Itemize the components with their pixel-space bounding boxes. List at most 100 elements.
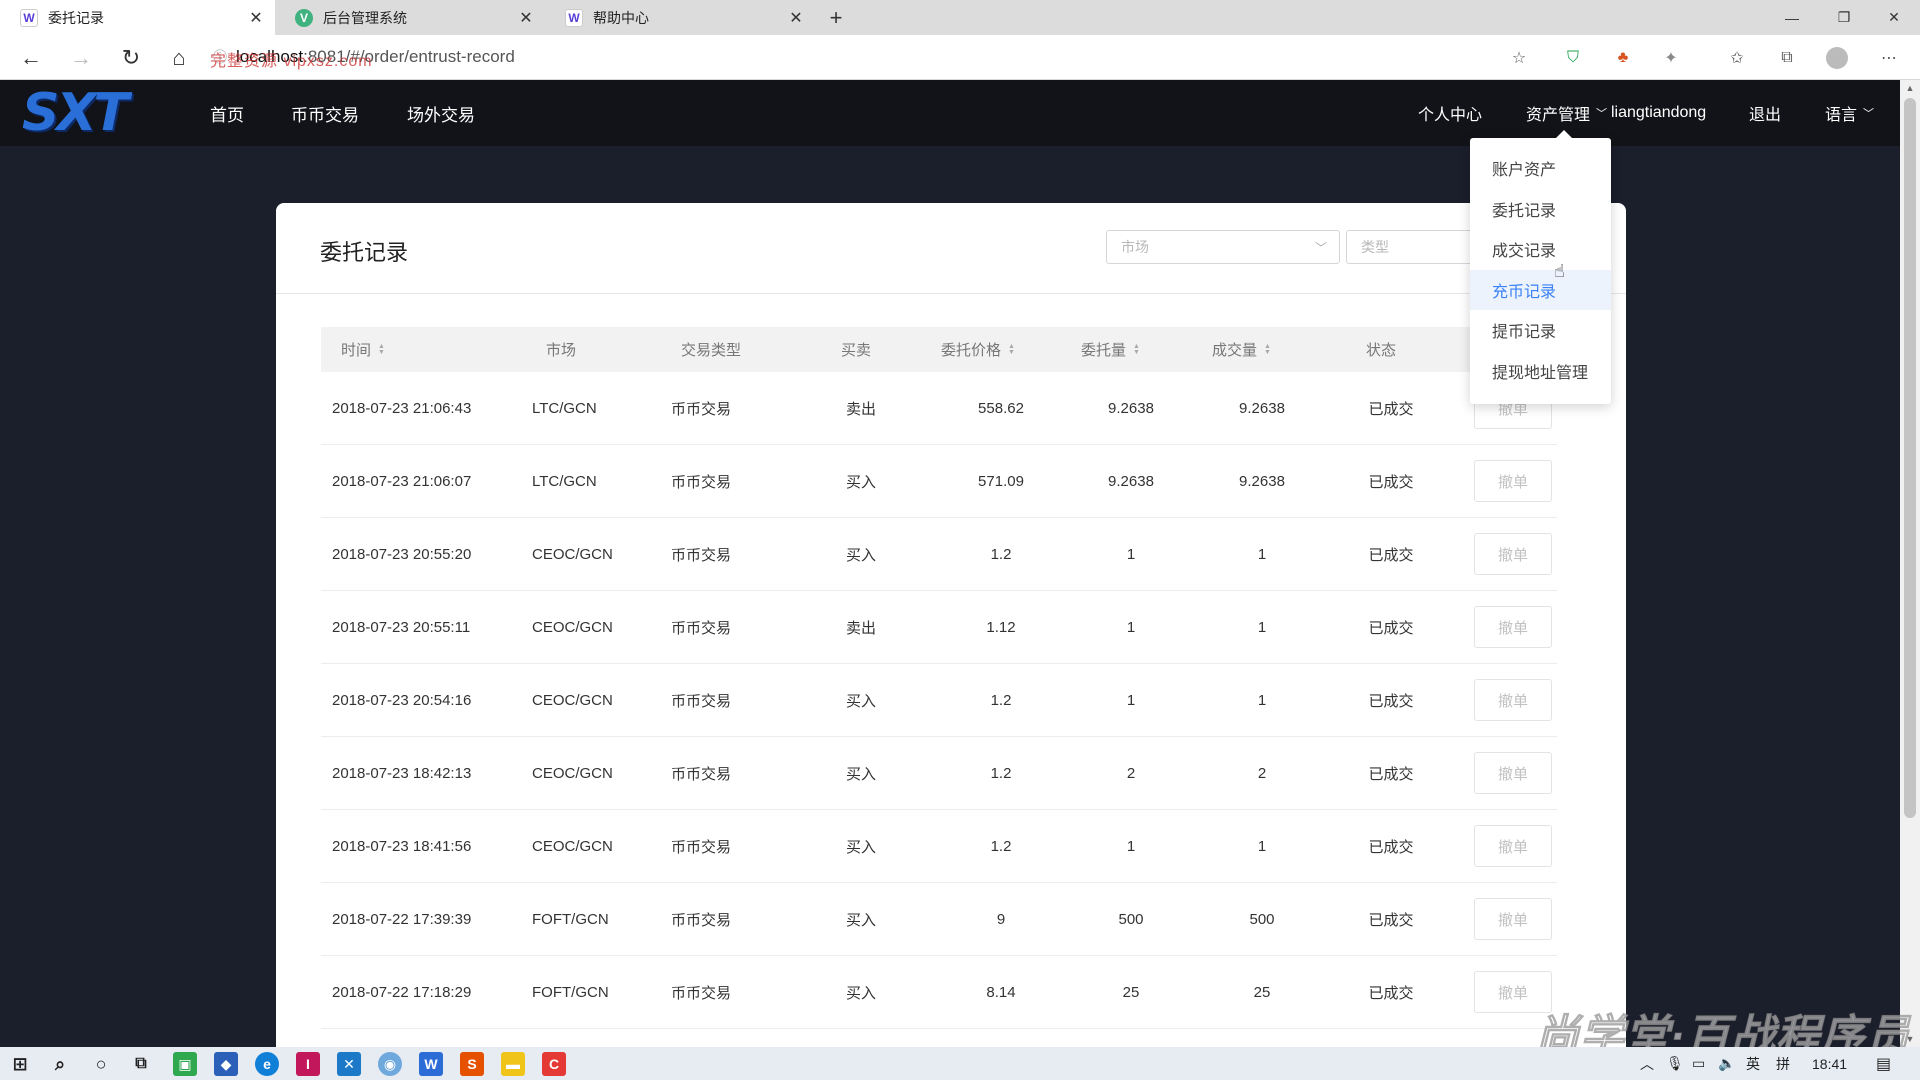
browser-tab-admin-system[interactable]: V 后台管理系统 ✕ xyxy=(275,0,545,35)
column-header-market: 市场 xyxy=(546,342,577,359)
browser-tab-help-center[interactable]: W 帮助中心 ✕ xyxy=(545,0,815,35)
task-view-icon[interactable]: ⧉ xyxy=(129,1052,153,1076)
menu-item-withdraw-record[interactable]: 提币记录 xyxy=(1470,310,1611,351)
extension-icon[interactable]: ♣ xyxy=(1610,45,1636,71)
nav-username[interactable]: liangtiandong xyxy=(1611,80,1706,146)
menu-item-withdraw-address[interactable]: 提现地址管理 xyxy=(1470,351,1611,392)
market-select-placeholder: 市场 xyxy=(1121,239,1149,255)
extension-icon[interactable]: ✦ xyxy=(1658,45,1684,71)
cancel-order-button[interactable]: 撤单 xyxy=(1474,606,1552,648)
cortana-icon[interactable]: ○ xyxy=(89,1052,113,1076)
app-icon[interactable]: ▣ xyxy=(173,1052,197,1076)
cell-price: 8.14 xyxy=(986,983,1016,1001)
app-icon[interactable]: C xyxy=(542,1052,566,1076)
taskbar-clock[interactable]: 18:41 xyxy=(1812,1047,1847,1080)
new-tab-icon[interactable]: + xyxy=(822,4,850,32)
nav-otc-trading[interactable]: 场外交易 xyxy=(407,80,475,146)
cell-market: CEOC/GCN xyxy=(532,837,613,855)
file-explorer-icon[interactable]: ▬ xyxy=(501,1052,525,1076)
ime-mode[interactable]: 拼 xyxy=(1776,1047,1790,1080)
nav-logout[interactable]: 退出 xyxy=(1749,80,1781,146)
column-header-amount[interactable]: 委托量 ▲ ▼ xyxy=(1081,327,1140,372)
restore-icon[interactable]: ❐ xyxy=(1818,0,1870,35)
menu-item-trade-record[interactable]: 成交记录 xyxy=(1470,229,1611,270)
network-icon[interactable]: ▭ xyxy=(1692,1047,1705,1080)
scroll-thumb[interactable] xyxy=(1904,98,1916,818)
page-scrollbar[interactable]: ▲ ▼ xyxy=(1900,80,1920,1047)
notification-icon[interactable]: ▤ xyxy=(1876,1047,1891,1080)
sort-icon[interactable]: ▲ ▼ xyxy=(1008,343,1015,356)
cell-price: 558.62 xyxy=(978,399,1024,417)
column-header-label: 委托价格 xyxy=(941,342,1002,359)
home-icon[interactable]: ⌂ xyxy=(164,43,194,73)
cell-status: 已成交 xyxy=(1368,911,1414,929)
tab-close-icon[interactable]: ✕ xyxy=(787,9,805,27)
cell-trade-type: 币币交易 xyxy=(671,984,732,1002)
volume-icon[interactable]: 🔈 xyxy=(1718,1047,1735,1080)
cancel-order-button[interactable]: 撤单 xyxy=(1474,752,1552,794)
ime-language[interactable]: 英 xyxy=(1746,1047,1760,1080)
cell-time: 2018-07-23 18:41:56 xyxy=(332,837,472,855)
favorite-star-icon[interactable]: ☆ xyxy=(1506,45,1532,71)
tab-close-icon[interactable]: ✕ xyxy=(517,9,535,27)
address-bar[interactable]: 完整资源 vipxsz.com ⓘ localhost :8081/#/orde… xyxy=(210,41,1530,73)
nav-home[interactable]: 首页 xyxy=(210,80,244,146)
profile-avatar-icon[interactable] xyxy=(1824,45,1850,71)
word-icon[interactable]: W xyxy=(419,1052,443,1076)
ide-icon[interactable]: I xyxy=(296,1052,320,1076)
browser-tab-bar: W 委托记录 ✕ V 后台管理系统 ✕ W 帮助中心 ✕ + — ❐ ✕ xyxy=(0,0,1920,35)
cancel-order-button[interactable]: 撤单 xyxy=(1474,825,1552,867)
cell-side: 买入 xyxy=(845,838,876,856)
column-header-filled[interactable]: 成交量 ▲ ▼ xyxy=(1212,327,1271,372)
site-logo[interactable]: SXT xyxy=(22,83,152,143)
minimize-icon[interactable]: — xyxy=(1766,0,1818,35)
scroll-up-icon[interactable]: ▲ xyxy=(1900,80,1920,96)
microphone-icon[interactable]: 🎙 xyxy=(1666,1047,1684,1080)
browser-tab-entrust-record[interactable]: W 委托记录 ✕ xyxy=(0,0,275,35)
sort-icon[interactable]: ▲ ▼ xyxy=(1133,343,1140,356)
shield-icon[interactable]: ⛉ xyxy=(1560,45,1586,71)
market-select[interactable]: 市场 ﹀ xyxy=(1106,230,1340,264)
column-header-price[interactable]: 委托价格 ▲ ▼ xyxy=(941,327,1015,372)
menu-item-account-assets[interactable]: 账户资产 xyxy=(1470,148,1611,189)
menu-item-entrust-record[interactable]: 委托记录 xyxy=(1470,189,1611,230)
tab-title: 帮助中心 xyxy=(593,9,649,26)
cell-amount: 500 xyxy=(1118,910,1144,928)
vscode-icon[interactable]: ✕ xyxy=(337,1052,361,1076)
page-title: 委托记录 xyxy=(320,240,409,265)
reload-icon[interactable]: ↻ xyxy=(116,43,146,73)
edge-browser-icon[interactable]: e xyxy=(255,1052,279,1076)
search-icon[interactable]: ⌕ xyxy=(48,1052,72,1076)
back-icon[interactable]: ← xyxy=(16,43,46,73)
nav-personal-center[interactable]: 个人中心 xyxy=(1418,80,1482,146)
windows-start-icon[interactable]: ⊞ xyxy=(8,1052,32,1076)
close-window-icon[interactable]: ✕ xyxy=(1868,0,1920,35)
cancel-order-button[interactable]: 撤单 xyxy=(1474,533,1552,575)
tray-chevron-icon[interactable]: ︿ xyxy=(1640,1047,1654,1080)
nav-coin-trading[interactable]: 币币交易 xyxy=(291,80,359,146)
cancel-order-button[interactable]: 撤单 xyxy=(1474,679,1552,721)
nav-language[interactable]: 语言 ﹀ xyxy=(1825,80,1874,146)
forward-icon[interactable]: → xyxy=(66,43,96,73)
sublime-icon[interactable]: S xyxy=(460,1052,484,1076)
favorites-icon[interactable]: ✩ xyxy=(1724,45,1750,71)
more-icon[interactable]: ⋯ xyxy=(1876,45,1902,71)
table-row: 2018-07-23 20:54:16 CEOC/GCN 币币交易 买入 1.2… xyxy=(321,664,1557,737)
windows-taskbar: ⊞ ⌕ ○ ⧉ ▣ ◆ e I ✕ ◉ W S ▬ C ︿ 🎙 ▭ 🔈 英 拼 … xyxy=(0,1047,1920,1080)
cancel-order-button[interactable]: 撤单 xyxy=(1474,898,1552,940)
column-header-time[interactable]: 时间 ▲ ▼ xyxy=(341,327,385,372)
cell-trade-type: 币币交易 xyxy=(671,619,732,637)
app-icon[interactable]: ◉ xyxy=(378,1052,402,1076)
cancel-order-button[interactable]: 撤单 xyxy=(1474,460,1552,502)
sort-icon[interactable]: ▲ ▼ xyxy=(378,343,385,356)
cell-filled: 1 xyxy=(1257,545,1267,563)
type-select-placeholder: 类型 xyxy=(1361,239,1389,255)
tab-close-icon[interactable]: ✕ xyxy=(247,9,265,27)
cell-filled: 25 xyxy=(1253,983,1271,1001)
cell-market: CEOC/GCN xyxy=(532,764,613,782)
collections-icon[interactable]: ⧉ xyxy=(1774,45,1800,71)
menu-item-deposit-record[interactable]: 充币记录 xyxy=(1470,269,1611,310)
sort-icon[interactable]: ▲ ▼ xyxy=(1264,343,1271,356)
app-icon[interactable]: ◆ xyxy=(214,1052,238,1076)
cell-side: 买入 xyxy=(845,473,876,491)
